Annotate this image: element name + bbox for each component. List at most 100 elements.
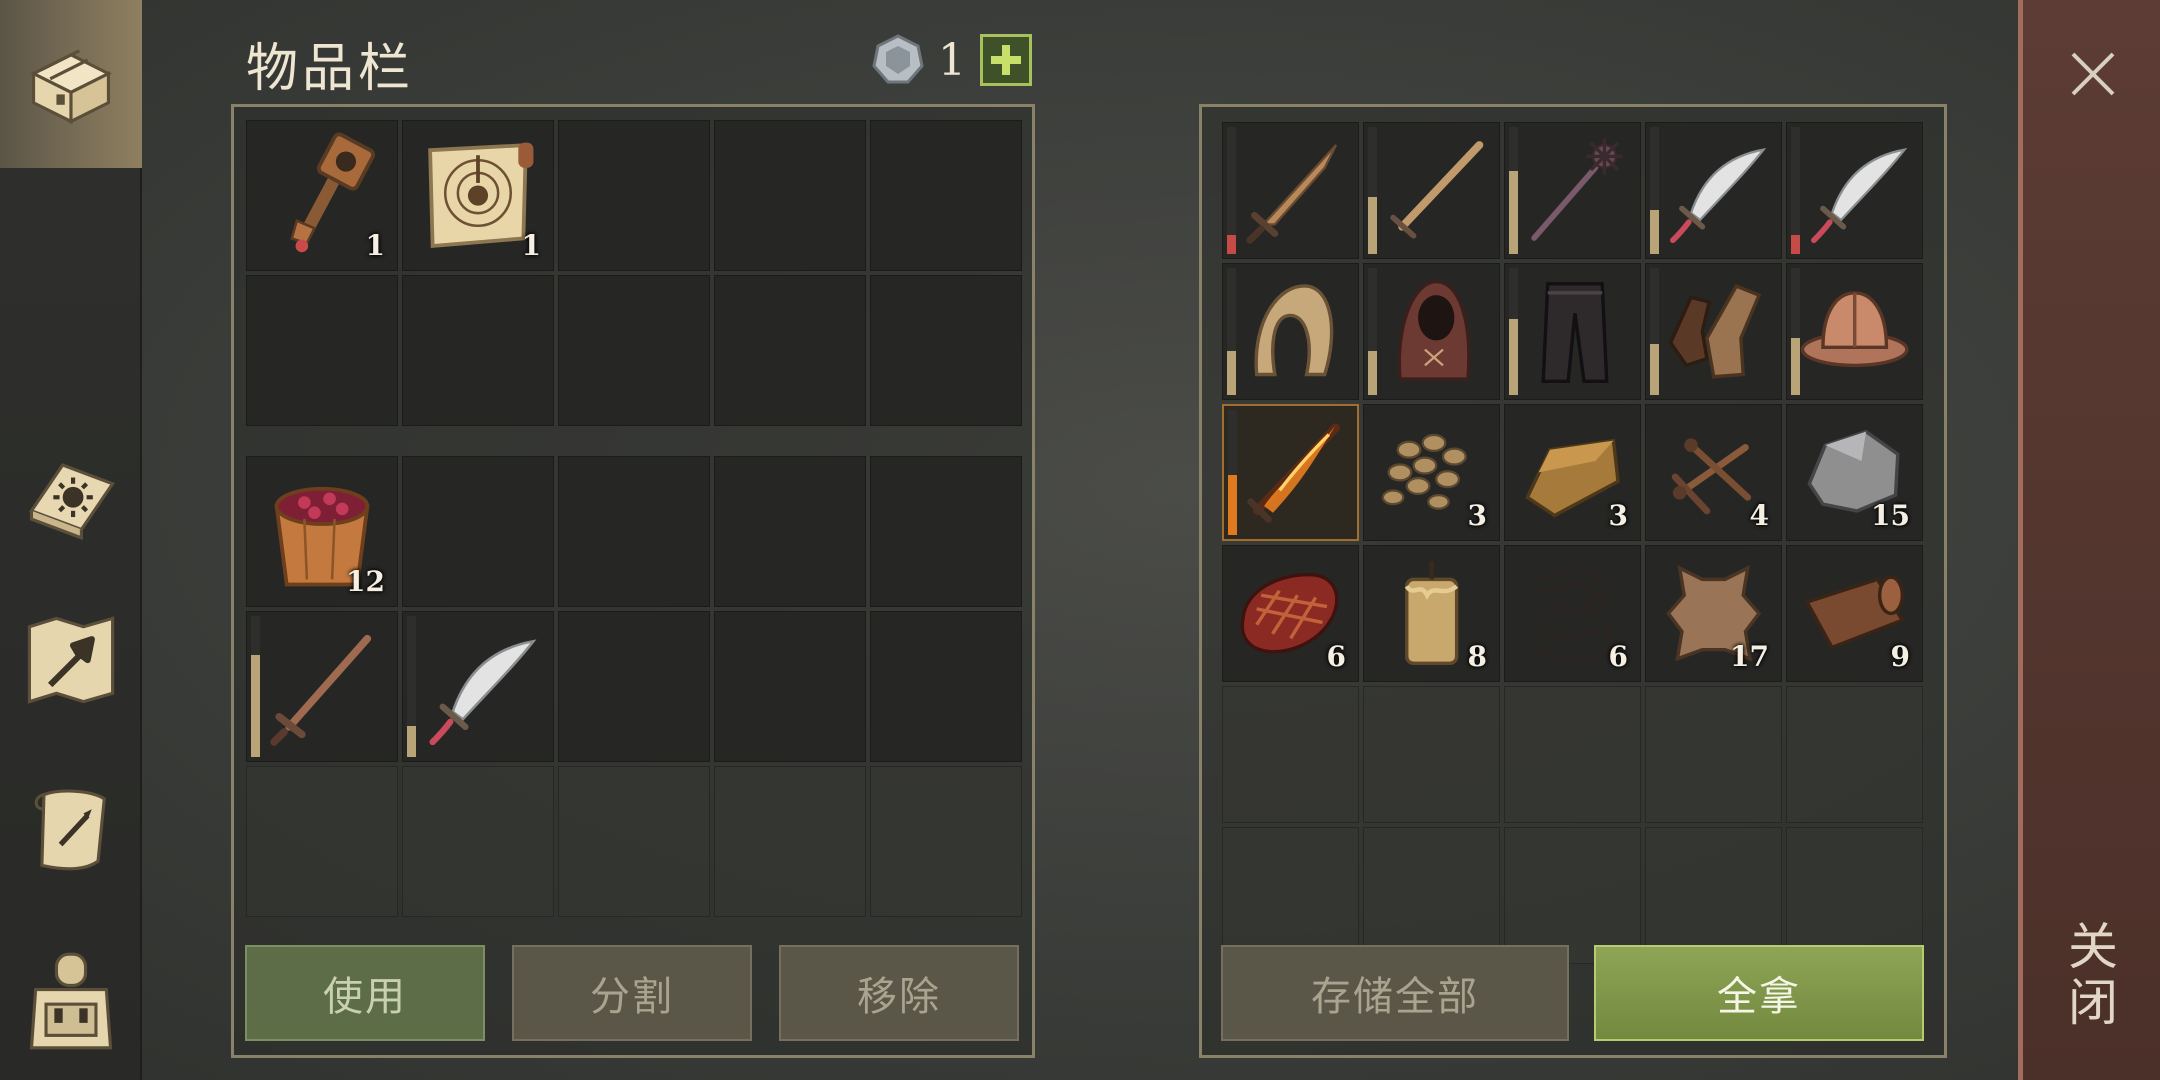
item-quantity: 6 <box>1608 640 1628 673</box>
scimitar-icon <box>1669 148 1767 244</box>
currency-display: 1 <box>872 34 1032 86</box>
container-slot[interactable]: 15 <box>1786 404 1923 541</box>
inventory-slot[interactable] <box>558 275 710 426</box>
recipe-book-icon <box>29 463 116 541</box>
tab-recipes[interactable] <box>0 420 142 560</box>
container-slot[interactable] <box>1363 122 1500 259</box>
container-slot-locked <box>1786 686 1923 823</box>
inventory-slot[interactable] <box>870 275 1022 426</box>
container-slot[interactable] <box>1222 263 1359 400</box>
inventory-slot[interactable] <box>558 456 710 607</box>
inventory-slot[interactable] <box>402 456 554 607</box>
remove-button[interactable]: 移除 <box>779 945 1019 1041</box>
chest-icon <box>30 49 112 124</box>
kettle-helmet-icon <box>1800 291 1909 368</box>
inventory-grid-top: 1 1 <box>246 120 1022 426</box>
inventory-slot[interactable] <box>246 611 398 762</box>
item-quantity: 9 <box>1890 640 1910 673</box>
inventory-slot[interactable] <box>870 456 1022 607</box>
inventory-slot[interactable] <box>870 120 1022 271</box>
container-slot-locked <box>1645 686 1782 823</box>
container-slot[interactable] <box>1222 404 1359 541</box>
item-quantity: 3 <box>1608 499 1628 532</box>
container-slot[interactable]: 3 <box>1363 404 1500 541</box>
use-button[interactable]: 使用 <box>245 945 485 1041</box>
inventory-slot[interactable] <box>870 611 1022 762</box>
inventory-slot[interactable] <box>714 456 866 607</box>
inventory-slot[interactable] <box>558 611 710 762</box>
close-label[interactable]: 关闭 <box>2060 920 2125 1032</box>
container-slot[interactable]: 9 <box>1786 545 1923 682</box>
inventory-grid-bottom: 12 <box>246 456 1022 917</box>
container-slot[interactable] <box>1222 122 1359 259</box>
inventory-slot[interactable]: 12 <box>246 456 398 607</box>
inventory-slot[interactable] <box>402 611 554 762</box>
container-slot[interactable] <box>1504 122 1641 259</box>
item-quantity: 6 <box>1326 640 1346 673</box>
tab-chest[interactable] <box>0 0 142 168</box>
split-button[interactable]: 分割 <box>512 945 752 1041</box>
close-bar[interactable]: 关闭 <box>2018 0 2160 1080</box>
container-slot[interactable]: 6 <box>1222 545 1359 682</box>
inventory-slot[interactable] <box>246 275 398 426</box>
coin-icon <box>872 34 924 84</box>
container-slot-locked <box>1786 827 1923 964</box>
container-slot-locked <box>1645 827 1782 964</box>
add-currency-button[interactable] <box>980 34 1032 86</box>
item-quantity: 15 <box>1871 499 1910 532</box>
container-slot-locked <box>1222 827 1359 964</box>
scimitar-icon <box>429 639 537 746</box>
container-slot[interactable] <box>1363 263 1500 400</box>
container-grid: 3 3 4 15 6 8 6 17 9 <box>1222 122 1923 964</box>
inventory-slot[interactable]: 1 <box>246 120 398 271</box>
take-all-button[interactable]: 全拿 <box>1594 945 1924 1041</box>
item-quantity: 12 <box>346 565 385 598</box>
close-icon[interactable] <box>2067 48 2119 100</box>
store-all-button[interactable]: 存储全部 <box>1221 945 1569 1041</box>
flaming-sword-icon <box>1246 423 1340 523</box>
tab-crafting[interactable] <box>0 590 142 730</box>
container-slot-locked <box>1504 686 1641 823</box>
cloak-hood-icon <box>1397 279 1471 381</box>
inventory-slot-locked <box>558 766 710 917</box>
inventory-slot[interactable] <box>714 611 866 762</box>
item-quantity: 3 <box>1467 499 1487 532</box>
page-title: 物品栏 <box>246 39 415 99</box>
container-slot[interactable]: 8 <box>1363 545 1500 682</box>
container-slot[interactable] <box>1504 263 1641 400</box>
tab-character[interactable] <box>0 930 142 1070</box>
spiked-mace-icon <box>1531 138 1623 241</box>
inventory-slot[interactable] <box>714 120 866 271</box>
cloth-hood-icon <box>1254 284 1334 377</box>
item-quantity: 1 <box>521 229 541 262</box>
inventory-slot[interactable] <box>402 275 554 426</box>
container-slot[interactable] <box>1786 122 1923 259</box>
container-slot-locked <box>1363 827 1500 964</box>
inventory-slot[interactable]: 1 <box>402 120 554 271</box>
plus-icon <box>991 45 1021 75</box>
inventory-slot-locked <box>402 766 554 917</box>
container-slot[interactable]: 4 <box>1645 404 1782 541</box>
crafting-map-icon <box>27 616 115 704</box>
item-quantity: 1 <box>365 229 385 262</box>
container-slot[interactable]: 6 <box>1504 545 1641 682</box>
inventory-slot[interactable] <box>558 120 710 271</box>
bronze-sword-icon <box>1246 144 1337 244</box>
character-backpack-icon <box>29 952 113 1050</box>
container-slot[interactable]: 3 <box>1504 404 1641 541</box>
item-quantity: 17 <box>1730 640 1769 673</box>
scimitar-icon <box>1810 148 1908 244</box>
quest-scroll-icon <box>34 789 106 871</box>
inventory-slot[interactable] <box>714 275 866 426</box>
sword-icon <box>270 634 372 746</box>
inventory-slot-locked <box>714 766 866 917</box>
container-slot[interactable] <box>1645 122 1782 259</box>
container-slot-locked <box>1222 686 1359 823</box>
container-slot[interactable] <box>1645 263 1782 400</box>
container-slot[interactable] <box>1786 263 1923 400</box>
sidebar <box>0 0 142 1080</box>
tab-quests[interactable] <box>0 760 142 900</box>
leather-pants-icon <box>1541 282 1609 384</box>
container-slot[interactable]: 17 <box>1645 545 1782 682</box>
inventory-slot-locked <box>870 766 1022 917</box>
